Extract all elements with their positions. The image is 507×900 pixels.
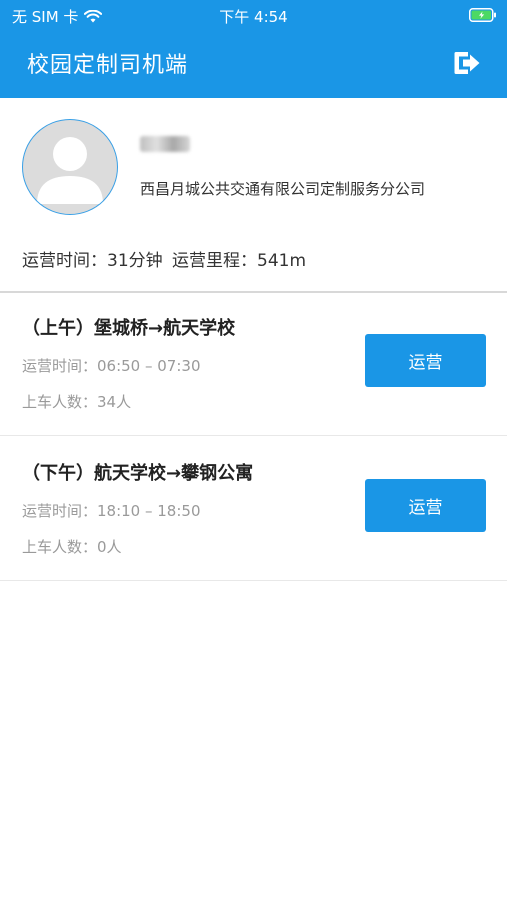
operate-button-morning[interactable]: 运营 bbox=[365, 334, 486, 387]
logout-button[interactable] bbox=[453, 50, 481, 80]
trip-card-morning: （上午）堡城桥→航天学校 运营时间：06:50 – 07:30 上车人数：34人… bbox=[0, 293, 507, 436]
trip-time: 运营时间：18:10 – 18:50 bbox=[22, 502, 201, 520]
driver-name-redacted bbox=[140, 136, 190, 152]
user-icon bbox=[37, 137, 103, 204]
trip-rider-count: 上车人数：34人 bbox=[22, 393, 132, 411]
trip-route-title: （下午）航天学校→攀钢公寓 bbox=[22, 463, 254, 484]
status-bar: 无 SIM 卡 下午 4:54 bbox=[0, 0, 507, 30]
operate-button-afternoon[interactable]: 运营 bbox=[365, 479, 486, 532]
operation-time-stat: 运营时间：31分钟 bbox=[22, 251, 163, 271]
status-time: 下午 4:54 bbox=[219, 8, 288, 26]
trip-time: 运营时间：06:50 – 07:30 bbox=[22, 357, 201, 375]
trip-rider-count: 上车人数：0人 bbox=[22, 538, 122, 556]
driver-profile: 西昌月城公共交通有限公司定制服务分公司 运营时间：31分钟 运营里程：541m bbox=[0, 98, 507, 291]
page-title: 校园定制司机端 bbox=[27, 53, 189, 78]
company-name: 西昌月城公共交通有限公司定制服务分公司 bbox=[140, 180, 426, 198]
operation-stats: 运营时间：31分钟 运营里程：541m bbox=[22, 246, 306, 271]
trip-route-title: （上午）堡城桥→航天学校 bbox=[22, 318, 236, 339]
app-header: 无 SIM 卡 下午 4:54 校园定制司机端 bbox=[0, 0, 507, 98]
battery-icon bbox=[469, 7, 497, 26]
avatar bbox=[22, 119, 118, 215]
operation-distance-stat: 运营里程：541m bbox=[172, 251, 307, 271]
logout-icon bbox=[454, 52, 480, 74]
trip-card-afternoon: （下午）航天学校→攀钢公寓 运营时间：18:10 – 18:50 上车人数：0人… bbox=[0, 438, 507, 581]
